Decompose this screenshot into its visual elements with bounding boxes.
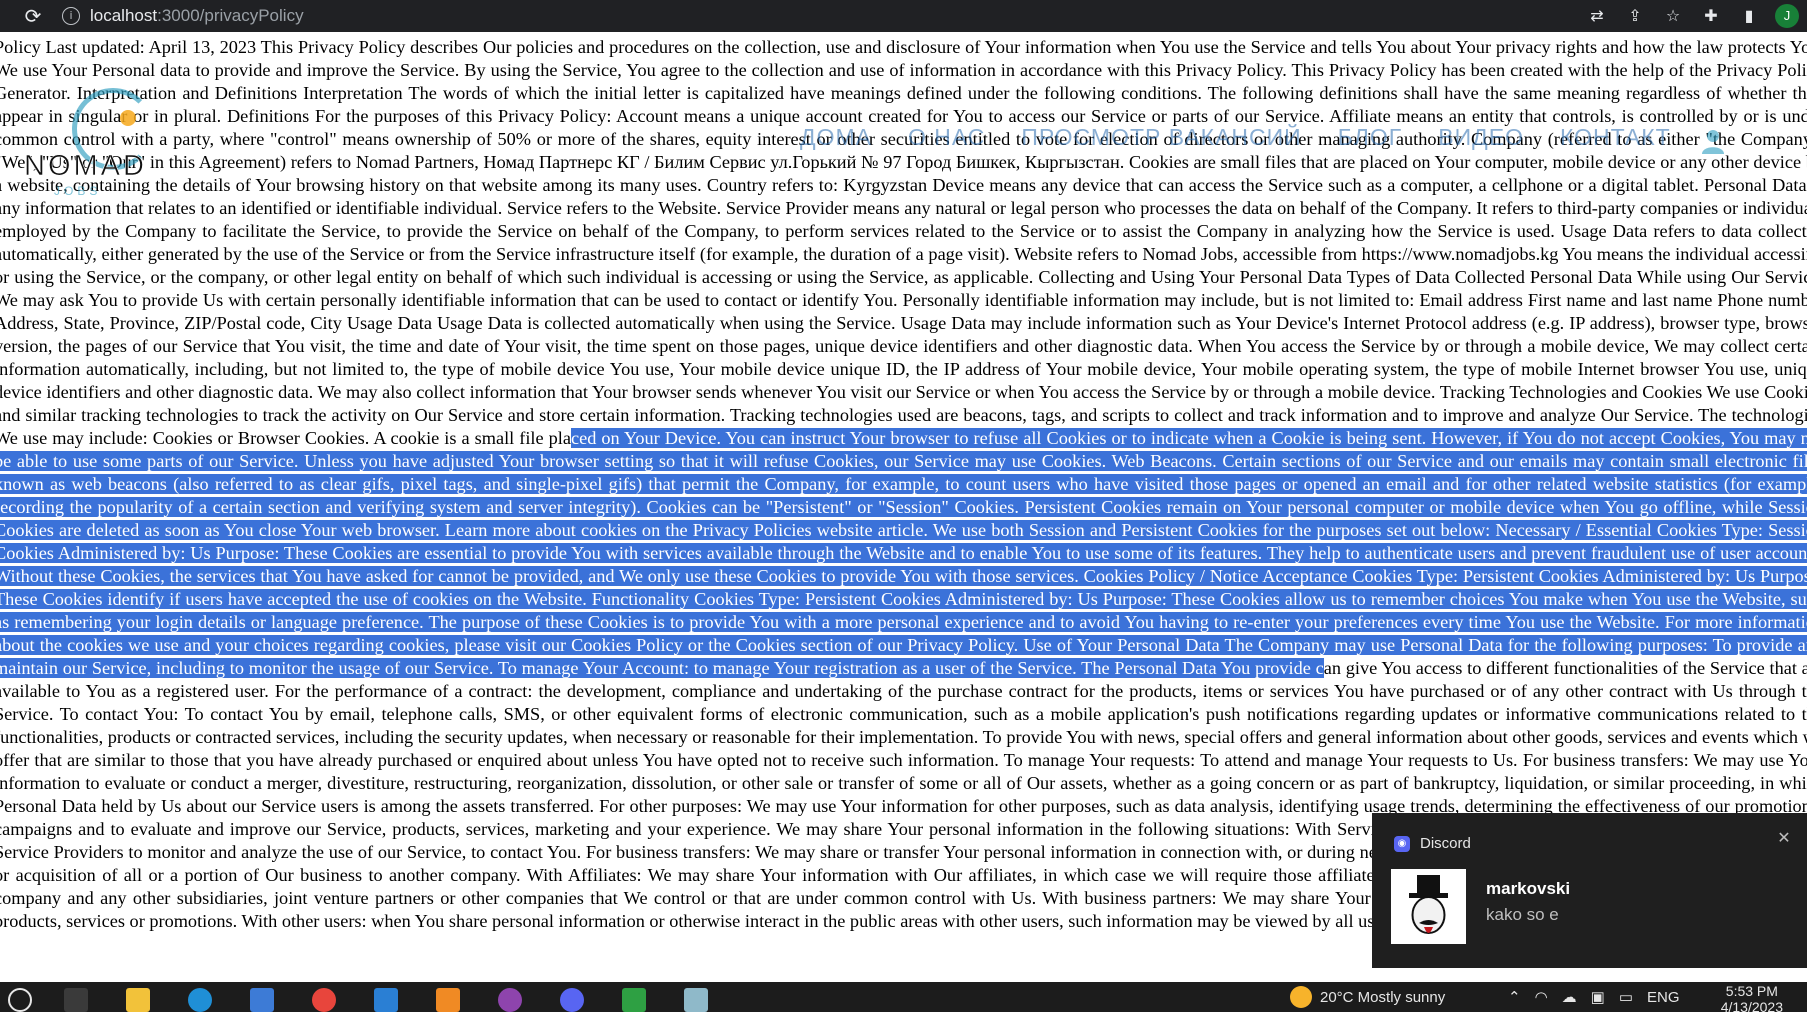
policy-text-selected: ced on Your Device. You can instruct You… [0,428,1807,678]
url-host: localhost [90,6,158,25]
file-explorer-icon[interactable] [126,988,150,1012]
translate-icon[interactable]: ⇄ [1585,4,1609,28]
sun-icon [1290,986,1312,1008]
site-info-icon[interactable]: i [62,7,80,25]
wifi-icon[interactable]: ◠ [1535,988,1548,1006]
weather-widget[interactable]: 20°C Mostly sunny [1290,982,1445,1012]
notification-app: ◉ Discord [1394,835,1471,852]
user-icon[interactable] [1700,128,1726,154]
github-desktop-icon[interactable] [498,988,522,1012]
edge-icon[interactable] [188,988,212,1012]
extensions-icon[interactable]: ✚ [1699,4,1723,28]
task-view-icon[interactable] [64,988,88,1012]
cloud-icon[interactable]: ☁ [1562,988,1577,1006]
nav-item-video[interactable]: ВИДЕО [1438,124,1524,151]
notification-close-icon[interactable]: ✕ [1775,829,1793,847]
app-icon-orange[interactable] [436,988,460,1012]
site-logo[interactable]: NOMAD JOBS [22,80,192,198]
logo-text: NOMAD [24,150,147,183]
privacy-policy-text: Policy Last updated: April 13, 2023 This… [0,36,1807,933]
nav-item-vacancies[interactable]: ПРОСМОТР ВАКАНСИЙ [1021,124,1301,151]
search-icon[interactable] [8,988,32,1012]
clock-time: 5:53 PM [1725,983,1778,999]
system-tray: ⌃ ◠ ☁ ▣ ▭ ENG [1508,982,1680,1012]
bookmark-star-icon[interactable]: ☆ [1661,4,1685,28]
vscode-icon[interactable] [374,988,398,1012]
nav-item-contact[interactable]: КОНТАКТ [1560,124,1671,151]
profile-avatar[interactable]: J [1775,4,1799,28]
side-panel-icon[interactable]: ▮ [1737,4,1761,28]
taskbar: 20°C Mostly sunny ⌃ ◠ ☁ ▣ ▭ ENG 5:53 PM … [0,982,1807,1015]
chrome-icon[interactable] [312,988,336,1012]
share-icon[interactable]: ⇪ [1623,4,1647,28]
logo-dot-icon [120,110,136,126]
store-icon[interactable] [250,988,274,1012]
sender-avatar [1391,869,1466,944]
clock[interactable]: 5:53 PM 4/13/2023 [1721,983,1783,1015]
policy-text-before-selection: Policy Last updated: April 13, 2023 This… [0,37,1807,448]
nav-item-blog[interactable]: БЛОГ [1338,124,1403,151]
url-path: :3000/privacyPolicy [157,6,304,25]
battery-icon[interactable]: ▭ [1619,988,1633,1006]
site-nav: ДОМА О НАС ПРОСМОТР ВАКАНСИЙ БЛОГ ВИДЕО … [800,124,1671,151]
toolbar-actions: ⇄ ⇪ ☆ ✚ ▮ J [1585,4,1799,28]
notification-app-name: Discord [1420,835,1471,852]
discord-icon: ◉ [1394,835,1410,852]
tray-app-icon[interactable]: ▣ [1591,988,1605,1006]
address-bar[interactable]: i localhost:3000/privacyPolicy [62,4,304,28]
clock-date: 4/13/2023 [1720,999,1783,1015]
reload-icon[interactable]: ⟳ [22,5,44,27]
browser-toolbar: ⟳ i localhost:3000/privacyPolicy ⇄ ⇪ ☆ ✚… [0,0,1807,32]
tray-chevron-icon[interactable]: ⌃ [1508,988,1521,1006]
app-icon-green[interactable] [622,988,646,1012]
nav-item-home[interactable]: ДОМА [800,124,872,151]
discord-taskbar-icon[interactable] [560,988,584,1012]
logo-subtext: JOBS [54,184,102,198]
language-indicator[interactable]: ENG [1647,989,1680,1006]
weather-text: 20°C Mostly sunny [1320,988,1446,1006]
nav-item-about[interactable]: О НАС [908,124,985,151]
notification-sender: markovski [1486,879,1571,898]
app-icon-notes[interactable] [684,988,708,1012]
discord-notification[interactable]: ◉ Discord ✕ markovski kako so e [1372,813,1807,968]
notification-message: kako so e [1486,905,1559,924]
